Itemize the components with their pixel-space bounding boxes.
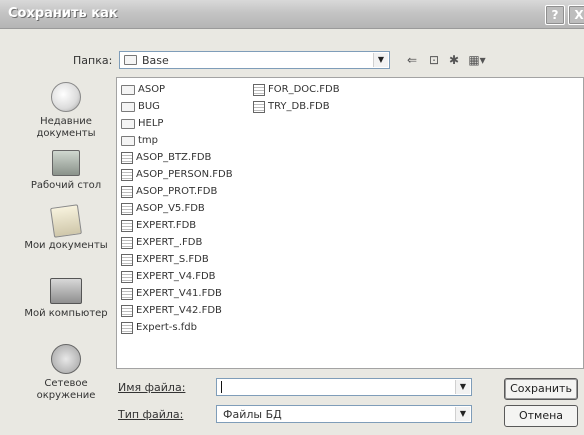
database-file-icon — [121, 287, 133, 300]
file-name: tmp — [138, 135, 159, 146]
file-name: EXPERT_.FDB — [136, 237, 203, 248]
file-name: EXPERT.FDB — [136, 220, 197, 231]
place-label: Мой компьютер — [24, 308, 108, 319]
folder-icon — [121, 135, 135, 146]
database-file-icon — [121, 185, 133, 198]
place-recent-documents[interactable]: Недавние документы — [18, 82, 114, 140]
up-folder-icon[interactable]: ⊡ — [426, 52, 442, 68]
file-list-item[interactable]: EXPERT_V42.FDB — [121, 303, 233, 320]
file-name: EXPERT_S.FDB — [136, 254, 209, 265]
new-folder-icon[interactable]: ✱ — [446, 52, 462, 68]
cancel-button[interactable]: Отмена — [504, 405, 578, 427]
file-list-item[interactable]: FOR_DOC.FDB — [253, 82, 340, 99]
place-network[interactable]: Сетевое окружение — [18, 344, 114, 402]
help-button[interactable]: ? — [545, 5, 565, 25]
file-name: BUG — [138, 101, 160, 112]
file-column-2: FOR_DOC.FDB TRY_DB.FDB — [253, 82, 340, 116]
file-name: ASOP_BTZ.FDB — [136, 152, 212, 163]
my-documents-icon — [50, 204, 82, 238]
dialog-title: Сохранить как — [8, 6, 118, 21]
place-desktop[interactable]: Рабочий стол — [18, 150, 114, 192]
file-list-item[interactable]: EXPERT_V41.FDB — [121, 286, 233, 303]
place-label: Сетевое окружение — [36, 378, 96, 401]
database-file-icon — [121, 219, 133, 232]
file-list-item[interactable]: EXPERT_V4.FDB — [121, 269, 233, 286]
database-file-icon — [121, 202, 133, 215]
desktop-icon — [52, 150, 80, 176]
place-label: Рабочий стол — [30, 180, 102, 191]
title-bar[interactable]: Сохранить как ? X — [0, 0, 584, 29]
chevron-down-icon[interactable]: ▼ — [455, 380, 470, 394]
folder-icon — [121, 84, 135, 95]
my-computer-icon — [50, 278, 82, 304]
back-arrow-icon[interactable]: ⇐ — [404, 52, 420, 68]
file-list-item[interactable]: ASOP — [121, 82, 233, 99]
save-as-dialog: Сохранить как ? X Папка: Base ▼ ⇐ ⊡ ✱ ▦▾… — [0, 0, 584, 435]
folder-value: Base — [142, 54, 169, 67]
network-icon — [51, 344, 81, 374]
views-menu-icon[interactable]: ▦▾ — [466, 52, 488, 68]
place-my-documents[interactable]: Мои документы — [18, 204, 114, 252]
file-list-item[interactable]: EXPERT_.FDB — [121, 235, 233, 252]
file-name: Expert-s.fdb — [136, 322, 197, 333]
database-file-icon — [253, 100, 265, 113]
chevron-down-icon[interactable]: ▼ — [373, 53, 388, 67]
file-list-item[interactable]: ASOP_PERSON.FDB — [121, 167, 233, 184]
place-label: Недавние документы — [36, 116, 96, 139]
file-list-item[interactable]: ASOP_BTZ.FDB — [121, 150, 233, 167]
close-button[interactable]: X — [568, 5, 584, 25]
folder-label: Папка: — [73, 54, 113, 67]
file-list-item[interactable]: TRY_DB.FDB — [253, 99, 340, 116]
database-file-icon — [121, 321, 133, 334]
database-file-icon — [253, 83, 265, 96]
file-name: HELP — [138, 118, 164, 129]
file-list-item[interactable]: BUG — [121, 99, 233, 116]
database-file-icon — [121, 236, 133, 249]
file-name: ASOP_PERSON.FDB — [136, 169, 233, 180]
file-name: ASOP — [138, 84, 166, 95]
file-name: TRY_DB.FDB — [268, 101, 330, 112]
file-column-1: ASOP BUG HELP tmp ASOP_BTZ.FDB ASOP_PERSON.FD… — [121, 82, 233, 337]
file-list-item[interactable]: EXPERT.FDB — [121, 218, 233, 235]
filetype-select[interactable]: Файлы БД ▼ — [216, 405, 472, 423]
file-name: EXPERT_V42.FDB — [136, 305, 222, 316]
save-button[interactable]: Сохранить — [504, 378, 578, 400]
database-file-icon — [121, 270, 133, 283]
filetype-label: Тип файла: — [118, 408, 184, 421]
file-name: EXPERT_V4.FDB — [136, 271, 216, 282]
file-list[interactable]: ASOP BUG HELP tmp ASOP_BTZ.FDB ASOP_PERSON.FD… — [116, 77, 584, 369]
database-file-icon — [121, 304, 133, 317]
file-name: ASOP_V5.FDB — [136, 203, 205, 214]
file-name: ASOP_PROT.FDB — [136, 186, 218, 197]
file-list-item[interactable]: Expert-s.fdb — [121, 320, 233, 337]
filetype-value: Файлы БД — [223, 408, 282, 421]
file-list-item[interactable]: EXPERT_S.FDB — [121, 252, 233, 269]
file-list-item[interactable]: ASOP_PROT.FDB — [121, 184, 233, 201]
places-bar: Недавние документы Рабочий стол Мои доку… — [18, 78, 114, 428]
file-list-item[interactable]: HELP — [121, 116, 233, 133]
folder-combo[interactable]: Base ▼ — [119, 51, 390, 69]
file-list-item[interactable]: tmp — [121, 133, 233, 150]
database-file-icon — [121, 168, 133, 181]
place-my-computer[interactable]: Мой компьютер — [18, 278, 114, 320]
recent-documents-icon — [51, 82, 81, 112]
file-list-item[interactable]: ASOP_V5.FDB — [121, 201, 233, 218]
folder-icon — [121, 101, 135, 112]
text-caret — [221, 381, 222, 393]
folder-icon — [121, 118, 135, 129]
database-file-icon — [121, 151, 133, 164]
chevron-down-icon[interactable]: ▼ — [455, 407, 470, 421]
folder-toolbar: ⇐ ⊡ ✱ ▦▾ — [404, 52, 514, 68]
folder-icon — [124, 55, 137, 65]
place-label: Мои документы — [24, 240, 108, 251]
database-file-icon — [121, 253, 133, 266]
filename-input[interactable]: ▼ — [216, 378, 472, 396]
file-name: EXPERT_V41.FDB — [136, 288, 222, 299]
file-name: FOR_DOC.FDB — [268, 84, 340, 95]
filename-label: Имя файла: — [118, 381, 186, 394]
